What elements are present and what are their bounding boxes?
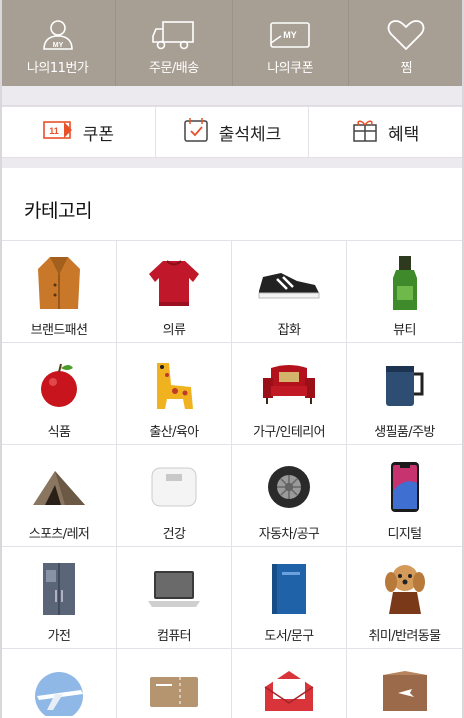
- cosmetic-bottle-icon: [373, 253, 437, 313]
- category-auto-tools[interactable]: 자동차/공구: [232, 445, 347, 547]
- topnav-label: 주문/배송: [149, 61, 199, 76]
- airplane-icon: [27, 661, 91, 718]
- ticket-icon: [142, 661, 206, 718]
- category-label: 컴퓨터: [156, 629, 192, 644]
- giraffe-toy-icon: [142, 355, 206, 415]
- category-label: 의류: [162, 323, 186, 338]
- svg-text:MY: MY: [52, 42, 63, 49]
- category-brand-fashion[interactable]: 브랜드패션: [2, 241, 117, 343]
- category-furniture[interactable]: 가구/인테리어: [232, 343, 347, 445]
- category-appliances[interactable]: 가전: [2, 547, 117, 649]
- category-label: 건강: [162, 527, 186, 542]
- quick-coupon[interactable]: 11 쿠폰: [2, 107, 156, 157]
- heart-icon: [386, 18, 426, 52]
- topnav-order-delivery[interactable]: 주문/배송: [116, 0, 233, 86]
- quick-label: 혜택: [388, 124, 420, 145]
- svg-text:MY: MY: [283, 30, 297, 40]
- apple-icon: [27, 355, 91, 415]
- category-label: 도서/문구: [264, 629, 314, 644]
- travel-box-icon: [373, 661, 437, 718]
- gift-icon: [352, 117, 378, 148]
- category-label: 잡화: [277, 323, 301, 338]
- delivery-truck-icon: [151, 18, 197, 52]
- category-sports[interactable]: 스포츠/레저: [2, 445, 117, 547]
- book-icon: [257, 559, 321, 619]
- coupon-icon: 11: [42, 120, 73, 144]
- topnav-wishlist[interactable]: 찜: [349, 0, 464, 86]
- topnav-label: 찜: [400, 61, 413, 76]
- sneaker-icon: [257, 253, 321, 313]
- svg-text:11: 11: [49, 126, 59, 136]
- category-computer[interactable]: 컴퓨터: [117, 547, 232, 649]
- envelope-icon: [257, 661, 321, 718]
- category-household[interactable]: 생필품/주방: [347, 343, 462, 445]
- calendar-check-icon: [183, 117, 209, 148]
- tire-icon: [257, 457, 321, 517]
- refrigerator-icon: [27, 559, 91, 619]
- topnav-my11st[interactable]: MY 나의11번가: [0, 0, 117, 86]
- topnav-label: 나의쿠폰: [267, 61, 314, 76]
- category-tickets[interactable]: [117, 649, 232, 718]
- quick-benefits[interactable]: 혜택: [309, 107, 462, 157]
- category-label: 뷰티: [393, 323, 416, 338]
- my-person-icon: MY: [38, 18, 78, 52]
- category-label: 스포츠/레저: [28, 527, 90, 542]
- category-books[interactable]: 도서/문구: [232, 547, 347, 649]
- category-beauty[interactable]: 뷰티: [347, 241, 462, 343]
- quick-label: 출석체크: [218, 124, 282, 145]
- category-title: 카테고리: [24, 200, 92, 222]
- category-hobby-pets[interactable]: 취미/반려동물: [347, 547, 462, 649]
- divider-bar: [0, 158, 464, 168]
- category-health[interactable]: 건강: [117, 445, 232, 547]
- dog-icon: [373, 559, 437, 619]
- laptop-icon: [142, 559, 206, 619]
- category-grid: 브랜드패션 의류 잡화 뷰티 식품 출산/육아 가구/인테리어 생필품/주방 스…: [2, 240, 462, 718]
- category-label: 식품: [47, 425, 71, 440]
- quick-label: 쿠폰: [82, 124, 114, 145]
- scale-icon: [142, 457, 206, 517]
- category-label: 디지털: [387, 527, 422, 542]
- coat-icon: [27, 253, 91, 313]
- sweater-icon: [142, 253, 206, 313]
- category-label: 브랜드패션: [30, 323, 88, 338]
- quick-menu: 11 쿠폰 출석체크 혜택: [2, 106, 462, 158]
- category-clothing[interactable]: 의류: [117, 241, 232, 343]
- category-food[interactable]: 식품: [2, 343, 117, 445]
- category-digital[interactable]: 디지털: [347, 445, 462, 547]
- category-label: 취미/반려동물: [368, 629, 442, 644]
- armchair-icon: [257, 355, 321, 415]
- divider-bar: [0, 86, 464, 106]
- smartphone-icon: [373, 457, 437, 517]
- category-label: 가전: [47, 629, 71, 644]
- category-gift-voucher[interactable]: [232, 649, 347, 718]
- my-coupon-icon: MY: [269, 18, 311, 52]
- top-nav: MY 나의11번가 주문/배송 MY 나의쿠폰 찜: [0, 0, 464, 86]
- tent-icon: [27, 457, 91, 517]
- topnav-label: 나의11번가: [26, 61, 89, 76]
- category-label: 자동차/공구: [258, 527, 320, 542]
- category-overseas[interactable]: [347, 649, 462, 718]
- category-accessories[interactable]: 잡화: [232, 241, 347, 343]
- category-label: 가구/인테리어: [253, 425, 326, 440]
- category-travel[interactable]: [2, 649, 117, 718]
- topnav-my-coupon[interactable]: MY 나의쿠폰: [233, 0, 349, 86]
- category-label: 출산/육아: [149, 425, 199, 440]
- mug-icon: [373, 355, 437, 415]
- category-baby[interactable]: 출산/육아: [117, 343, 232, 445]
- quick-attendance[interactable]: 출석체크: [156, 107, 310, 157]
- category-label: 생필품/주방: [374, 425, 435, 440]
